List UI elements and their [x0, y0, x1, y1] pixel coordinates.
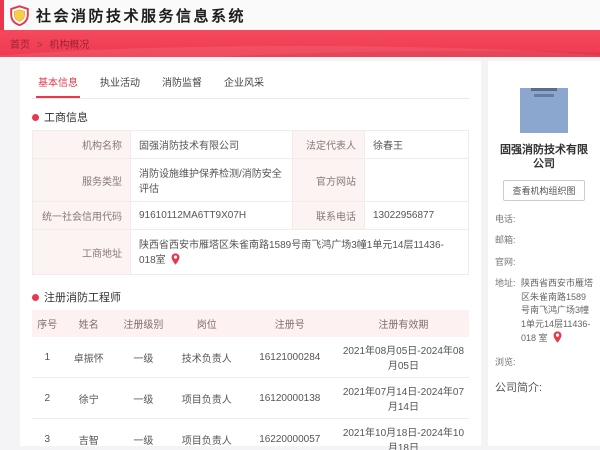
field-value: [521, 356, 593, 370]
address-text: 陕西省西安市雁塔区朱雀南路1589号南飞鸿广场3幢1单元14层11436-018…: [139, 240, 444, 266]
content-area: 基本信息 执业活动 消防监督 企业风采 工商信息 机构名称 固强消防技术有限公司…: [0, 57, 600, 450]
address-cell: 陕西省西安市雁塔区朱雀南路1589号南飞鸿广场3幢1单元14层11436-018…: [130, 229, 469, 275]
section-title-text: 工商信息: [44, 112, 88, 124]
field-value: 13022956877: [364, 201, 469, 230]
breadcrumb-separator: >: [36, 40, 43, 51]
contact-field-phone: 电话:: [495, 213, 593, 227]
business-info-section: 工商信息 机构名称 固强消防技术有限公司 法定代表人 徐春王 服务类型 消防设施…: [32, 109, 469, 275]
company-logo-placeholder: [520, 88, 568, 133]
cell: 2021年08月05日-2024年08月05日: [337, 337, 469, 378]
section-title-engineers: 注册消防工程师: [32, 289, 469, 305]
field-label: 联系电话: [292, 201, 365, 230]
field-value: [521, 213, 593, 227]
tab-company-gallery[interactable]: 企业风采: [222, 71, 266, 98]
field-value: [521, 234, 593, 248]
engineers-table: 序号 姓名 注册级别 岗位 注册号 注册有效期 1 卓振怀 一级 技术负责人 1…: [32, 310, 469, 450]
cell: 2: [32, 377, 63, 419]
field-value: 消防设施维护保养检测/消防安全评估: [130, 158, 293, 202]
breadcrumb-home-link[interactable]: 首页: [10, 40, 30, 51]
app-header: 社会消防技术服务信息系统: [0, 0, 600, 30]
engineers-section: 注册消防工程师 序号 姓名 注册级别 岗位 注册号 注册有效期 1 卓振怀 一级…: [32, 289, 469, 450]
view-org-chart-button[interactable]: 查看机构组织图: [503, 179, 585, 201]
table-row: 服务类型 消防设施维护保养检测/消防安全评估 官方网站: [32, 158, 469, 202]
col-header-validity: 注册有效期: [337, 310, 469, 337]
field-value: 固强消防技术有限公司: [130, 130, 293, 159]
main-panel: 基本信息 执业活动 消防监督 企业风采 工商信息 机构名称 固强消防技术有限公司…: [20, 61, 481, 450]
map-pin-icon[interactable]: [553, 331, 562, 348]
field-value: 徐春王: [364, 130, 469, 159]
tab-basic-info[interactable]: 基本信息: [36, 71, 80, 98]
cell: 16120000138: [241, 377, 338, 419]
field-label: 浏览:: [495, 356, 516, 367]
field-label: 地址:: [495, 278, 516, 289]
field-label: 邮箱:: [495, 235, 516, 246]
breadcrumb-band: 首页 > 机构概况: [0, 30, 600, 57]
cell: 卓振怀: [62, 337, 116, 378]
company-intro-label: 公司简介:: [495, 382, 543, 395]
field-label: 官网:: [495, 256, 516, 267]
logo-placeholder-text: [531, 88, 557, 91]
field-label: 官方网站: [292, 158, 365, 202]
table-row: 工商地址 陕西省西安市雁塔区朱雀南路1589号南飞鸿广场3幢1单元14层1143…: [32, 229, 469, 275]
table-row: 3 吉智 一级 项目负责人 16220000057 2021年10月18日-20…: [32, 418, 469, 450]
page: 社会消防技术服务信息系统 首页 > 机构概况 基本信息 执业活动 消防监督 企业…: [0, 0, 600, 450]
bullet-dot-icon: [32, 293, 39, 301]
shield-logo-icon: [9, 4, 30, 26]
field-label: 法定代表人: [292, 130, 365, 159]
cell: 16220000057: [241, 418, 338, 450]
cell: 吉智: [62, 418, 116, 450]
map-pin-icon[interactable]: [171, 253, 180, 268]
field-value: 陕西省西安市雁塔区朱雀南路1589号南飞鸿广场3幢1单元14层11436-018…: [521, 277, 593, 348]
section-title-business-info: 工商信息: [32, 109, 469, 125]
tab-fire-supervision[interactable]: 消防监督: [160, 71, 204, 98]
cell: 1: [32, 337, 63, 378]
table-row: 机构名称 固强消防技术有限公司 法定代表人 徐春王: [32, 130, 469, 159]
cell: 项目负责人: [171, 418, 242, 450]
cell: 一级: [115, 377, 172, 419]
field-value: [521, 256, 593, 270]
company-sidebar: 固强消防技术有限公司 查看机构组织图 电话: 邮箱: 官网: 地址: 陕西省西安…: [488, 61, 600, 446]
col-header-position: 岗位: [171, 310, 242, 337]
tab-practice-activity[interactable]: 执业活动: [98, 71, 142, 98]
table-row: 1 卓振怀 一级 技术负责人 16121000284 2021年08月05日-2…: [32, 337, 469, 378]
col-header-regno: 注册号: [241, 310, 338, 337]
cell: 技术负责人: [171, 337, 242, 378]
section-title-text: 注册消防工程师: [44, 292, 121, 304]
cell: 16121000284: [241, 337, 338, 378]
contact-field-views: 浏览:: [495, 356, 593, 370]
field-label: 统一社会信用代码: [32, 201, 131, 230]
field-label: 机构名称: [32, 130, 131, 159]
table-header-row: 序号 姓名 注册级别 岗位 注册号 注册有效期: [32, 310, 469, 337]
page-title: 社会消防技术服务信息系统: [36, 7, 247, 25]
table-row: 统一社会信用代码 91610112MA6TT9X07H 联系电话 1302295…: [32, 201, 469, 230]
breadcrumb-current: 机构概况: [49, 40, 90, 51]
field-label: 服务类型: [32, 158, 131, 202]
cell: 2021年07月14日-2024年07月14日: [337, 377, 469, 419]
field-value: [364, 158, 469, 202]
cell: 徐宁: [62, 377, 116, 419]
cell: 一级: [115, 418, 172, 450]
business-info-table: 机构名称 固强消防技术有限公司 法定代表人 徐春王 服务类型 消防设施维护保养检…: [32, 130, 469, 275]
contact-field-website: 官网:: [495, 256, 593, 270]
logo-placeholder-text: [534, 94, 554, 97]
cell: 3: [32, 418, 63, 450]
contact-field-address: 地址: 陕西省西安市雁塔区朱雀南路1589号南飞鸿广场3幢1单元14层11436…: [495, 277, 593, 348]
bullet-dot-icon: [32, 113, 39, 121]
field-label: 工商地址: [32, 229, 131, 275]
cell: 项目负责人: [171, 377, 242, 419]
contact-field-email: 邮箱:: [495, 234, 593, 248]
breadcrumb: 首页 > 机构概况: [10, 36, 89, 51]
col-header-index: 序号: [32, 310, 63, 337]
company-name: 固强消防技术有限公司: [500, 144, 588, 171]
cell: 2021年10月18日-2024年10月18日: [337, 418, 469, 450]
tab-bar: 基本信息 执业活动 消防监督 企业风采: [32, 67, 469, 99]
field-label: 电话:: [495, 213, 516, 224]
table-row: 2 徐宁 一级 项目负责人 16120000138 2021年07月14日-20…: [32, 377, 469, 419]
col-header-level: 注册级别: [115, 310, 172, 337]
col-header-name: 姓名: [62, 310, 116, 337]
field-value: 91610112MA6TT9X07H: [130, 201, 293, 230]
cell: 一级: [115, 337, 172, 378]
